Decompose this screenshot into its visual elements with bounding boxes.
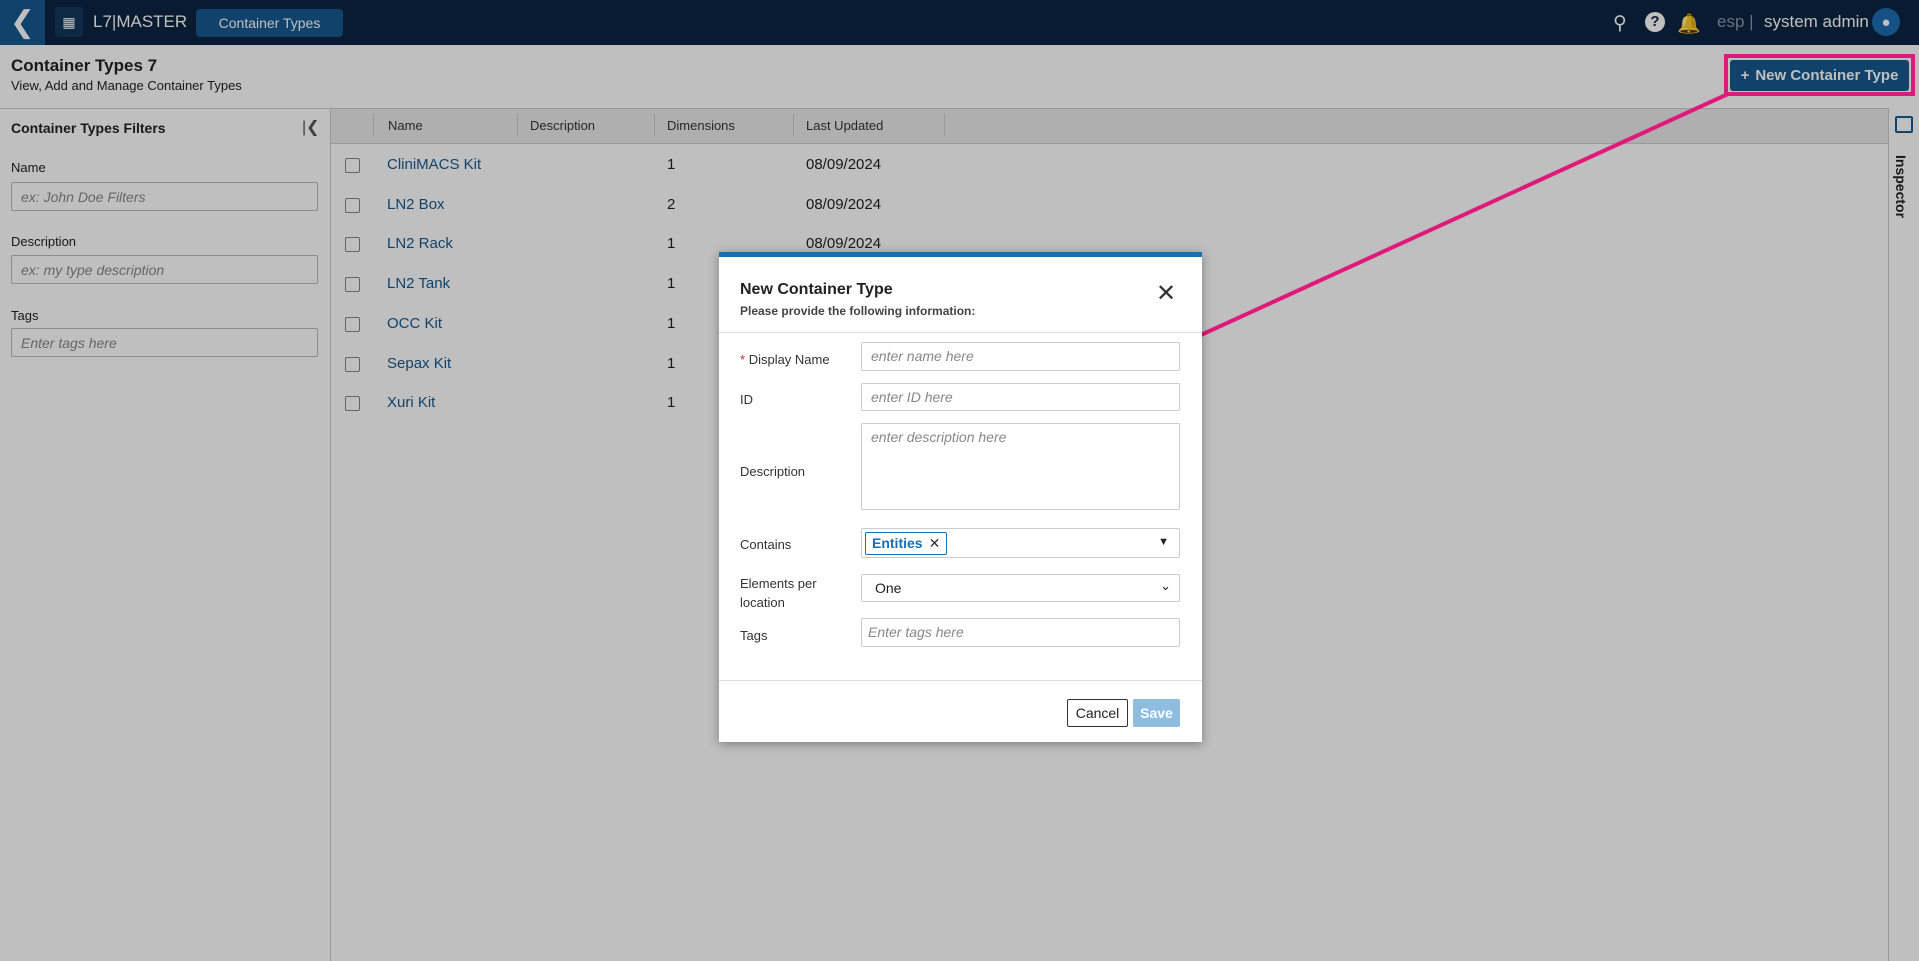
tags-label: Tags <box>740 628 768 643</box>
id-input[interactable]: enter ID here <box>861 383 1180 411</box>
display-name-input[interactable]: enter name here <box>861 342 1180 371</box>
divider <box>719 332 1202 333</box>
entities-tag: Entities ✕ <box>865 532 948 555</box>
dialog-title: New Container Type <box>740 281 893 298</box>
elements-per-location-label: Elements per location <box>740 576 817 610</box>
remove-tag-icon[interactable]: ✕ <box>929 535 941 552</box>
elements-per-location-select[interactable]: One ⌄ <box>861 574 1180 602</box>
entities-tag-label: Entities <box>872 535 923 551</box>
new-container-type-dialog: New Container Type Please provide the fo… <box>719 252 1202 742</box>
divider <box>719 680 1202 681</box>
chevron-down-icon: ⌄ <box>1160 578 1171 593</box>
tags-input[interactable]: Enter tags here <box>861 618 1180 647</box>
close-icon[interactable]: ✕ <box>1156 282 1176 306</box>
cancel-button[interactable]: Cancel <box>1067 699 1128 727</box>
id-label: ID <box>740 392 753 407</box>
save-button[interactable]: Save <box>1133 699 1180 727</box>
description-label: Description <box>740 464 806 479</box>
display-name-text: Display Name <box>748 352 830 367</box>
description-textarea[interactable]: enter description here <box>861 423 1180 510</box>
required-mark: * <box>740 352 746 367</box>
dropdown-caret-icon[interactable]: ▼ <box>1158 536 1169 548</box>
dialog-subtitle: Please provide the following information… <box>740 304 976 318</box>
select-value: One <box>875 580 902 596</box>
contains-multiselect[interactable]: Entities ✕ ▼ <box>861 528 1180 558</box>
contains-label: Contains <box>740 537 792 552</box>
display-name-label: * Display Name <box>740 352 830 367</box>
